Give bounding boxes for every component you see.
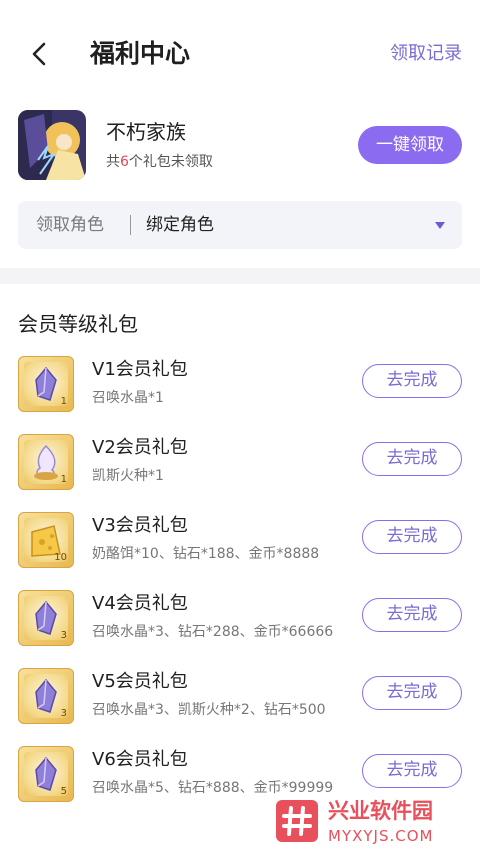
game-name: 不朽家族 [106,120,186,144]
unclaimed-summary: 共6个礼包未领取 [106,152,213,172]
pack-contents: 奶酪饵*10、钻石*188、金币*8888 [92,546,320,562]
game-card: 不朽家族 共6个礼包未领取 一键领取 [18,108,462,184]
pack-name: V1会员礼包 [92,359,188,380]
pack-name: V3会员礼包 [92,515,188,536]
item-count: 1 [60,396,67,407]
go-complete-button[interactable]: 去完成 [362,364,462,398]
cheese-bait-icon: 10 [18,512,74,568]
item-count: 10 [54,552,67,563]
role-label: 领取角色 [36,215,104,235]
header-bar: 福利中心 领取记录 [0,0,480,90]
crystal-icon: 3 [18,668,74,724]
pack-row: 3 V4会员礼包 召唤水晶*3、钻石*288、金币*66666 去完成 [18,590,462,650]
go-complete-button[interactable]: 去完成 [362,442,462,476]
back-arrow-icon[interactable] [26,36,52,72]
go-complete-button[interactable]: 去完成 [362,598,462,632]
pack-contents: 召唤水晶*5、钻石*888、金币*99999 [92,780,334,796]
pack-name: V5会员礼包 [92,671,188,692]
summary-prefix: 共 [106,154,120,170]
item-count: 5 [60,786,67,797]
summary-suffix: 个礼包未领取 [128,154,213,170]
item-count: 3 [60,708,67,719]
watermark: 兴业软件园 MYXYJS.COM [270,796,480,852]
go-complete-button[interactable]: 去完成 [362,520,462,554]
unclaimed-count: 6 [120,154,129,170]
crystal-icon: 1 [18,356,74,412]
go-complete-button[interactable]: 去完成 [362,676,462,710]
crystal-icon: 5 [18,746,74,802]
pack-name: V2会员礼包 [92,437,188,458]
pack-name: V6会员礼包 [92,749,188,770]
role-separator [130,215,131,235]
section-divider [0,268,480,284]
pack-name: V4会员礼包 [92,593,188,614]
section-title: 会员等级礼包 [18,312,138,336]
flame-seed-icon: 1 [18,434,74,490]
item-count: 1 [60,474,67,485]
pack-contents: 召唤水晶*1 [92,390,164,406]
go-complete-button[interactable]: 去完成 [362,754,462,788]
pack-row: 1 V2会员礼包 凯斯火种*1 去完成 [18,434,462,494]
pack-contents: 凯斯火种*1 [92,468,164,484]
pack-row: 3 V5会员礼包 召唤水晶*3、凯斯火种*2、钻石*500 去完成 [18,668,462,728]
pack-contents: 召唤水晶*3、凯斯火种*2、钻石*500 [92,702,326,718]
pack-row: 1 V1会员礼包 召唤水晶*1 去完成 [18,356,462,416]
item-count: 3 [60,630,67,641]
watermark-url: MYXYJS.COM [328,827,434,845]
crystal-icon: 3 [18,590,74,646]
page-title: 福利中心 [90,39,191,68]
watermark-title: 兴业软件园 [328,799,433,823]
pack-row: 10 V3会员礼包 奶酪饵*10、钻石*188、金币*8888 去完成 [18,512,462,572]
role-value: 绑定角色 [146,215,214,235]
dropdown-arrow-icon[interactable] [435,222,445,229]
game-icon [18,110,86,180]
hash-logo-icon [276,800,318,842]
role-selector[interactable]: 领取角色 绑定角色 [18,201,462,249]
claim-records-link[interactable]: 领取记录 [390,40,462,68]
pack-contents: 召唤水晶*3、钻石*288、金币*66666 [92,624,334,640]
claim-all-button[interactable]: 一键领取 [358,126,462,164]
